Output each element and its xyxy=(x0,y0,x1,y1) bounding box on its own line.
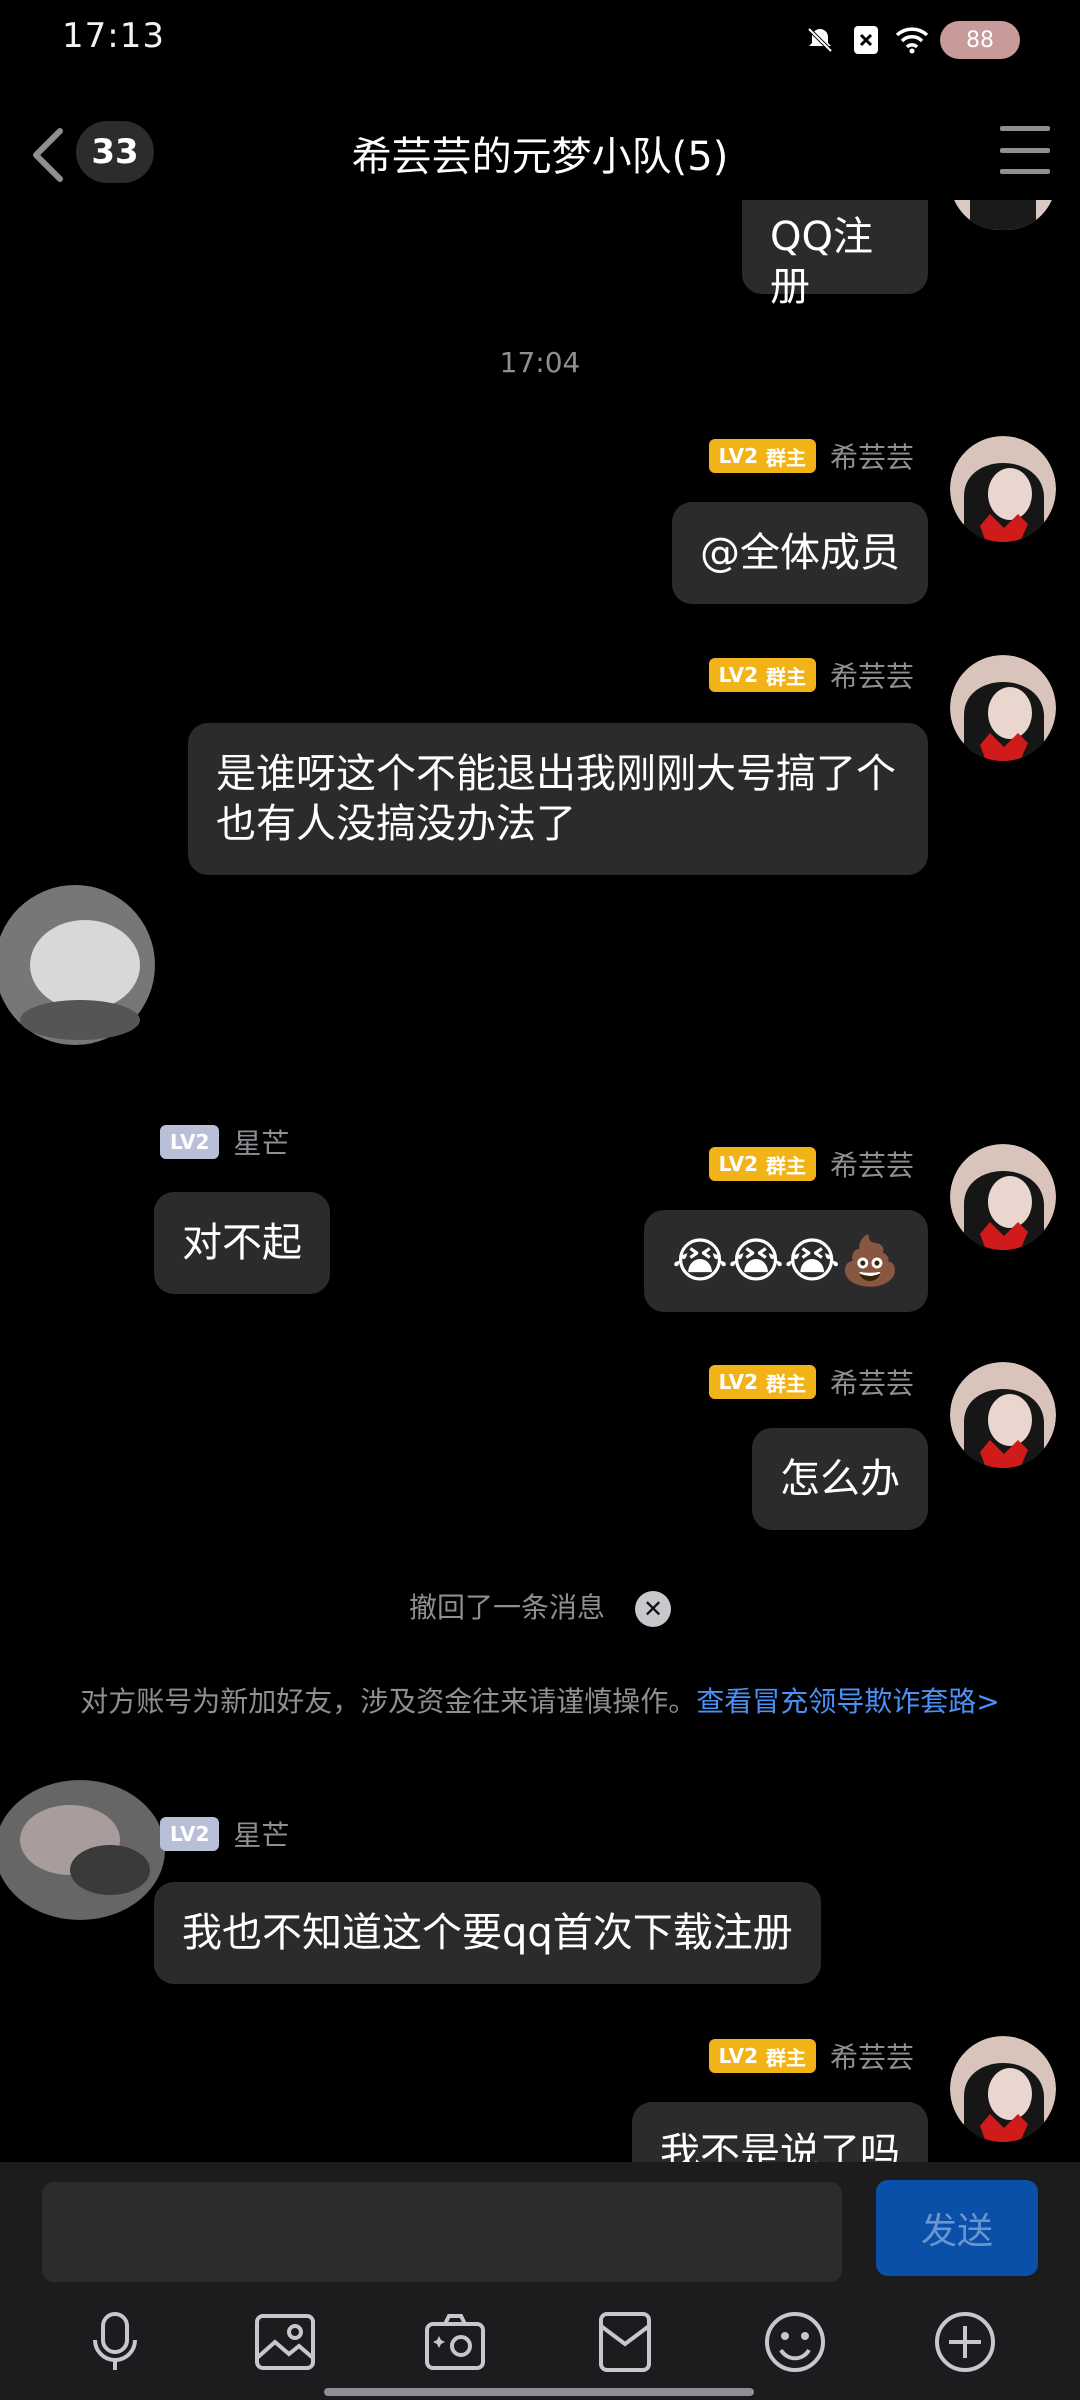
fraud-info-link[interactable]: 查看冒充领导欺诈套路> xyxy=(696,1685,999,1718)
sender-name: 希芸芸 xyxy=(829,441,914,474)
timestamp: 17:04 xyxy=(499,346,581,379)
sender-meta: LV2 群主 希芸芸 xyxy=(708,2038,914,2074)
message-bubble[interactable]: 我不是说了吗 xyxy=(632,2102,928,2162)
voice-icon[interactable] xyxy=(80,2307,150,2377)
back-button[interactable] xyxy=(30,122,78,188)
level-badge: LV2 xyxy=(160,1125,220,1159)
avatar-blurred[interactable] xyxy=(0,1760,180,1940)
warning-text: 对方账号为新加好友，涉及资金往来请谨慎操作。 xyxy=(80,1685,697,1718)
sender-name: 希芸芸 xyxy=(829,660,914,693)
avatar[interactable] xyxy=(950,436,1056,542)
message-input[interactable] xyxy=(42,2182,842,2282)
level-badge: LV2 群主 xyxy=(708,1365,816,1399)
mute-icon xyxy=(802,22,838,58)
sender-name: 希芸芸 xyxy=(829,1149,914,1182)
level-badge: LV2 群主 xyxy=(708,658,816,692)
sender-meta: LV2 星芒 xyxy=(160,1816,289,1852)
sender-name: 希芸芸 xyxy=(829,1367,914,1400)
menu-icon xyxy=(1000,126,1050,131)
emoji-icon[interactable] xyxy=(760,2307,830,2377)
level-badge: LV2 群主 xyxy=(708,439,816,473)
recall-text: 撤回了一条消息 xyxy=(408,1591,605,1624)
avatar[interactable] xyxy=(950,655,1056,761)
message-bubble[interactable]: 😭😭😭💩 xyxy=(643,1210,928,1312)
security-warning: 对方账号为新加好友，涉及资金往来请谨慎操作。查看冒充领导欺诈套路> xyxy=(70,1680,1010,1724)
menu-button[interactable] xyxy=(1000,126,1050,174)
avatar[interactable] xyxy=(950,1144,1056,1250)
camera-icon[interactable] xyxy=(420,2307,490,2377)
sender-name: 星芒 xyxy=(233,1819,290,1852)
status-bar: 17:13 88 xyxy=(0,0,1080,80)
sender-meta: LV2 群主 希芸芸 xyxy=(708,1364,914,1400)
close-icon[interactable]: ✕ xyxy=(635,1591,671,1627)
recall-notice: 撤回了一条消息 ✕ xyxy=(0,1586,1080,1627)
home-indicator[interactable] xyxy=(324,2388,754,2396)
message-bubble[interactable]: 是谁呀这个不能退出我刚刚大号搞了个也有人没搞没办法了 xyxy=(188,723,928,875)
level-badge: LV2 xyxy=(160,1817,220,1851)
unread-count-badge[interactable]: 33 xyxy=(76,121,154,183)
image-icon[interactable] xyxy=(250,2307,320,2377)
message-list[interactable]: QQ注册 17:04 LV2 群主 希芸芸 @全体成员 LV2 群主 希芸芸 是谁呀… xyxy=(0,200,1080,2162)
status-icons: 88 xyxy=(802,18,1020,62)
message-bubble[interactable]: 对不起 xyxy=(154,1192,330,1294)
chevron-left-icon xyxy=(33,128,63,182)
wifi-icon xyxy=(894,22,930,58)
red-packet-icon[interactable] xyxy=(590,2307,660,2377)
sim-off-icon xyxy=(848,22,884,58)
level-badge: LV2 群主 xyxy=(708,2039,816,2073)
battery-indicator: 88 xyxy=(940,21,1020,59)
plus-icon[interactable] xyxy=(930,2307,1000,2377)
input-bar: 发送 xyxy=(0,2162,1080,2400)
avatar[interactable] xyxy=(950,1362,1056,1468)
message-bubble[interactable]: 怎么办 xyxy=(752,1428,928,1530)
chat-header: 33 希芸芸的元梦小队(5) xyxy=(0,80,1080,220)
avatar[interactable] xyxy=(950,2036,1056,2142)
level-badge: LV2 群主 xyxy=(708,1147,816,1181)
sender-meta: LV2 群主 希芸芸 xyxy=(708,438,914,474)
sender-meta: LV2 星芒 xyxy=(160,1124,289,1160)
sender-name: 希芸芸 xyxy=(829,2041,914,2074)
message-bubble[interactable]: QQ注册 xyxy=(742,200,928,310)
send-button[interactable]: 发送 xyxy=(876,2180,1038,2276)
avatar[interactable] xyxy=(950,200,1056,230)
sender-meta: LV2 群主 希芸芸 xyxy=(708,1146,914,1182)
message-bubble[interactable]: 我也不知道这个要qq首次下载注册 xyxy=(154,1882,821,1984)
message-bubble[interactable]: @全体成员 xyxy=(672,502,928,604)
sender-meta: LV2 群主 希芸芸 xyxy=(708,657,914,693)
chat-title[interactable]: 希芸芸的元梦小队(5) xyxy=(250,124,830,182)
input-toolbar xyxy=(0,2297,1080,2387)
avatar-blurred[interactable] xyxy=(0,870,170,1070)
status-time: 17:13 xyxy=(62,16,165,56)
sender-name: 星芒 xyxy=(233,1127,290,1160)
